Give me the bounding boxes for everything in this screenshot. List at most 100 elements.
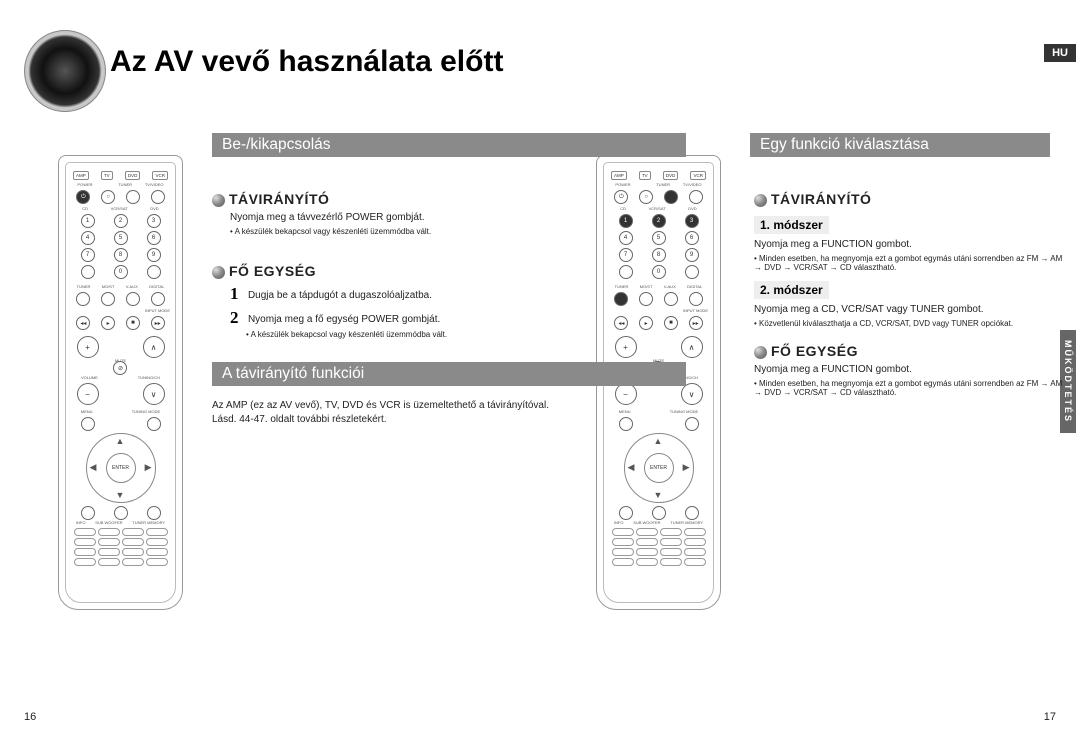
volume-down: − <box>77 383 99 405</box>
remote-btn <box>126 292 140 306</box>
bottom-btn-grid <box>609 528 708 566</box>
remote-label: MENU <box>81 409 93 414</box>
volume-up: + <box>77 336 99 358</box>
remote-btn: ▸▸ <box>689 316 703 330</box>
remote-label: VOLUME <box>81 375 98 380</box>
remote-label: DVD <box>688 206 696 211</box>
num-btn <box>81 265 95 279</box>
remote-btn <box>685 417 699 431</box>
method-label: 2. módszer <box>754 281 829 299</box>
num-btn <box>147 265 161 279</box>
remote-label: SUB WOOFER <box>95 520 122 525</box>
remote-btn <box>147 417 161 431</box>
remote-label: CD <box>82 206 88 211</box>
subheading: FŐ EGYSÉG <box>771 343 858 359</box>
num-btn: 1 <box>81 214 95 228</box>
body-text: Nyomja meg a FUNCTION gombot. <box>754 363 1070 376</box>
remote-btn <box>151 292 165 306</box>
subheading: TÁVIRÁNYÍTÓ <box>229 191 329 207</box>
tune-up: ∧ <box>681 336 703 358</box>
volume-up: + <box>615 336 637 358</box>
speaker-icon <box>24 30 106 112</box>
remote-label: TUNER <box>118 182 132 187</box>
body-text: Lásd. 44-47. oldalt további részletekért… <box>212 413 686 426</box>
step-number: 1 <box>230 285 239 302</box>
remote-label: TUNING MODE <box>132 409 160 414</box>
num-btn <box>685 265 699 279</box>
page-number: 17 <box>1044 711 1056 723</box>
tune-up: ∧ <box>143 336 165 358</box>
note-text: • A készülék bekapcsol vagy készenléti ü… <box>212 330 686 339</box>
remote-btn <box>101 292 115 306</box>
remote-btn <box>76 292 90 306</box>
step-text: Dugja be a tápdugót a dugaszolóaljzatba. <box>248 290 432 301</box>
remote-btn <box>685 506 699 520</box>
tune-down: ∨ <box>143 383 165 405</box>
remote-btn <box>689 190 703 204</box>
note-text: • Minden esetben, ha megnyomja ezt a gom… <box>754 254 1070 272</box>
bullet-icon <box>754 346 767 359</box>
remote-btn: ▸ <box>101 316 115 330</box>
remote-btn: AMP <box>73 171 89 180</box>
body-text: Nyomja meg a távvezérlő POWER gombját. <box>212 211 686 224</box>
num-btn: 9 <box>147 248 161 262</box>
remote-btn <box>81 417 95 431</box>
remote-btn <box>652 506 666 520</box>
mute-btn: ⊘ <box>113 361 127 375</box>
method-label: 1. módszer <box>754 216 829 234</box>
num-btn: 5 <box>114 231 128 245</box>
section-heading: A távirányító funkciói <box>212 362 686 386</box>
remote-btn: ▸▸ <box>151 316 165 330</box>
num-btn: 3 <box>685 214 699 228</box>
bullet-icon <box>212 266 225 279</box>
note-text: • Minden esetben, ha megnyomja ezt a gom… <box>754 379 1070 397</box>
body-text: Nyomja meg a FUNCTION gombot. <box>754 238 1070 251</box>
page-number: 16 <box>24 711 36 723</box>
remote-btn <box>147 506 161 520</box>
remote-label: SUB WOOFER <box>633 520 660 525</box>
page-title: Az AV vevő használata előtt <box>110 45 503 79</box>
remote-label: TUNER MEMORY <box>670 520 703 525</box>
remote-btn: VCR <box>152 171 168 180</box>
num-btn: 0 <box>114 265 128 279</box>
remote-btn: ■ <box>126 316 140 330</box>
num-btn: 2 <box>114 214 128 228</box>
bullet-icon <box>754 194 767 207</box>
remote-btn: VCR <box>690 171 706 180</box>
num-btn: 4 <box>81 231 95 245</box>
remote-label: VCR/SAT <box>111 206 128 211</box>
bullet-icon <box>212 194 225 207</box>
remote-label: INFO <box>76 520 86 525</box>
num-btn: 3 <box>147 214 161 228</box>
step-number: 2 <box>230 309 239 326</box>
remote-btn: ◂◂ <box>76 316 90 330</box>
remote-btn: TV <box>101 171 113 180</box>
num-btn: 9 <box>685 248 699 262</box>
num-btn: 7 <box>81 248 95 262</box>
remote-btn <box>126 190 140 204</box>
remote-btn <box>114 506 128 520</box>
note-text: • Közvetlenül kiválaszthatja a CD, VCR/S… <box>754 319 1070 328</box>
language-badge: HU <box>1044 44 1076 62</box>
remote-btn <box>689 292 703 306</box>
remote-illustration-left: AMP TV DVD VCR POWER TUNER TV/VIDEO ⏻ ○ … <box>58 155 183 610</box>
section-heading: Egy funkció kiválasztása <box>750 133 1050 157</box>
remote-label: INFO <box>614 520 624 525</box>
subheading: TÁVIRÁNYÍTÓ <box>771 191 871 207</box>
subheading: FŐ EGYSÉG <box>229 263 316 279</box>
remote-btn: TV <box>639 171 651 180</box>
remote-btn: ○ <box>101 190 115 204</box>
enter-btn: ENTER <box>644 453 674 483</box>
num-btn: 6 <box>685 231 699 245</box>
num-btn: 8 <box>114 248 128 262</box>
remote-btn <box>151 190 165 204</box>
power-button: ⏻ <box>76 190 90 204</box>
remote-btn: AMP <box>611 171 627 180</box>
body-text: Az AMP (ez az AV vevő), TV, DVD és VCR i… <box>212 399 686 412</box>
remote-label: DVD <box>150 206 158 211</box>
section-heading: Be-/kikapcsolás <box>212 133 686 157</box>
remote-label: TV/VIDEO <box>145 182 164 187</box>
num-btn: 6 <box>147 231 161 245</box>
remote-label: TUNING/CH <box>138 375 160 380</box>
remote-btn <box>81 506 95 520</box>
